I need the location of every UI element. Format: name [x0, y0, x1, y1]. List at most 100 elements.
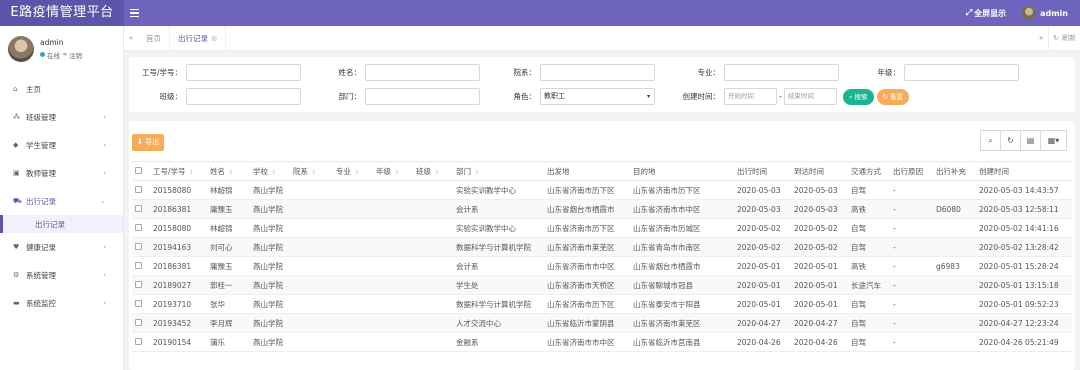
fullscreen-button[interactable]: ⤢ 全屏显示: [966, 8, 1006, 19]
sidebar-item-label: 出行记录: [26, 196, 56, 206]
toggle-view-button[interactable]: ▤: [1020, 130, 1041, 151]
column-header[interactable]: 出行补充: [933, 161, 976, 181]
tab-scroll-left-icon[interactable]: «: [124, 34, 138, 42]
id-input[interactable]: [186, 64, 301, 81]
column-header[interactable]: 到达时间: [791, 161, 848, 181]
logout-icon[interactable]: ➔: [62, 51, 67, 58]
column-header[interactable]: 年级 ⇕: [373, 161, 413, 181]
name-input[interactable]: [365, 64, 480, 81]
table-row[interactable]: 20186381 庸豫玉 燕山学院 会计系 山东省烟台市栖霞市 山东省济南市市中区 2020…: [132, 199, 1072, 219]
online-status-icon: [40, 52, 45, 57]
logout-link[interactable]: 注销: [69, 50, 82, 60]
table-row[interactable]: 20158080 林超锦 燕山学院 实验实训教学中心 山东省济南市历下区 山东省济南市历下…: [132, 180, 1072, 200]
table-row[interactable]: 20190154 蒲乐 燕山学院 金融系 山东省济南市市中区 山东省临沂市莒南县 2020-…: [132, 332, 1072, 352]
row-checkbox[interactable]: [135, 223, 142, 231]
column-header-label: 专业: [336, 166, 351, 176]
row-checkbox[interactable]: [135, 337, 142, 345]
row-checkbox[interactable]: [135, 204, 142, 212]
row-checkbox-cell[interactable]: [132, 237, 150, 257]
column-header[interactable]: 部门 ⇕: [453, 161, 544, 181]
row-checkbox[interactable]: [135, 318, 142, 326]
column-header[interactable]: 交通方式: [848, 161, 890, 181]
toggle-search-button[interactable]: ⌕: [980, 130, 1001, 151]
start-time-input[interactable]: 开始时间: [724, 88, 777, 105]
row-checkbox[interactable]: [135, 299, 142, 307]
column-header[interactable]: 出行时间: [734, 161, 791, 181]
sidebar-item-home[interactable]: ⌂ 主页: [0, 75, 123, 103]
menu-toggle-icon[interactable]: [130, 7, 142, 19]
row-checkbox-cell[interactable]: [132, 256, 150, 276]
column-header[interactable]: 班级 ⇕: [413, 161, 453, 181]
sort-icon[interactable]: ⇕: [394, 169, 399, 176]
tab-home[interactable]: 首页: [138, 25, 170, 51]
table-cell: 山东省青岛市市南区: [630, 237, 734, 257]
table-row[interactable]: 20193452 李月辉 燕山学院 人才交流中心 山东省临沂市蒙阴县 山东省济南市莱芜区 2…: [132, 313, 1072, 333]
tab-travel-record[interactable]: 出行记录 ⊗: [170, 25, 227, 51]
checkbox[interactable]: [135, 166, 142, 174]
major-input[interactable]: [724, 64, 839, 81]
search-button[interactable]: ⌕ 搜索: [842, 88, 874, 105]
row-checkbox-cell[interactable]: [132, 313, 150, 333]
table-row[interactable]: 20158080 林超锦 燕山学院 实验实训教学中心 山东省济南市历下区 山东省济南市历城…: [132, 218, 1072, 238]
row-checkbox-cell[interactable]: [132, 275, 150, 295]
column-header[interactable]: 学校 ⇕: [250, 161, 290, 181]
sort-icon[interactable]: ⇕: [311, 169, 316, 176]
table-row[interactable]: 20194163 刘可心 燕山学院 数据科学与计算机学院 山东省济南市莱芜区 山东省青岛市…: [132, 237, 1072, 257]
row-checkbox-cell[interactable]: [132, 180, 150, 200]
department-input[interactable]: [365, 88, 480, 105]
sidebar-item-teacher[interactable]: ▣ 教师管理 ‹: [0, 159, 123, 187]
column-header[interactable]: 院系 ⇕: [290, 161, 333, 181]
reset-button[interactable]: ↻ 重置: [876, 88, 909, 105]
row-checkbox-cell[interactable]: [132, 294, 150, 314]
sidebar-item-travel[interactable]: ⛟ 出行记录 ⌄: [0, 187, 123, 215]
tab-scroll-right-icon[interactable]: »: [1034, 34, 1048, 42]
row-checkbox[interactable]: [135, 242, 142, 250]
sidebar-item-system[interactable]: ⚙ 系统管理 ‹: [0, 261, 123, 289]
user-menu[interactable]: admin: [1022, 6, 1068, 20]
refresh-table-button[interactable]: ↻: [1000, 130, 1021, 151]
columns-button[interactable]: ▦▾: [1040, 130, 1067, 151]
sort-icon[interactable]: ⇕: [271, 169, 276, 176]
brand-title[interactable]: E路疫情管理平台: [0, 0, 124, 26]
refresh-button[interactable]: ↻ 刷新: [1048, 25, 1080, 51]
row-checkbox[interactable]: [135, 261, 142, 269]
column-header[interactable]: 工号/学号 ⇕: [150, 161, 207, 181]
sidebar-item-monitor[interactable]: ▬ 系统监控 ‹: [0, 289, 123, 317]
table-row[interactable]: 20189027 郭桂一 燕山学院 学生处 山东省济南市天桥区 山东省聊城市冠县 2020-…: [132, 275, 1072, 295]
dept-input[interactable]: [540, 64, 655, 81]
row-checkbox-cell[interactable]: [132, 332, 150, 352]
column-header[interactable]: 专业 ⇕: [333, 161, 373, 181]
close-icon[interactable]: ⊗: [211, 34, 217, 43]
table-cell: [413, 332, 453, 352]
select-all-checkbox[interactable]: [132, 161, 150, 181]
table-cell: 数据科学与计算机学院: [453, 237, 544, 257]
sort-icon[interactable]: ⇕: [434, 169, 439, 176]
end-time-input[interactable]: 结束时间: [783, 88, 837, 105]
submenu-item-travel-record[interactable]: 出行记录: [0, 215, 123, 233]
sidebar-item-class[interactable]: ⁂ 班级管理 ‹: [0, 103, 123, 131]
grade-input[interactable]: [904, 64, 1019, 81]
column-header[interactable]: 创建时间: [976, 161, 1072, 181]
role-select[interactable]: 教职工 ▾: [540, 88, 655, 105]
sort-icon[interactable]: ⇕: [228, 169, 233, 176]
sort-icon[interactable]: ⇕: [474, 169, 479, 176]
column-header[interactable]: 目的地: [630, 161, 734, 181]
export-button[interactable]: ⬇ 导出: [132, 134, 165, 151]
column-header[interactable]: 出发地: [544, 161, 630, 181]
row-checkbox-cell[interactable]: [132, 218, 150, 238]
column-header[interactable]: 姓名 ⇕: [207, 161, 250, 181]
row-checkbox[interactable]: [135, 280, 142, 288]
sort-icon[interactable]: ⇕: [189, 169, 194, 176]
class-input[interactable]: [186, 88, 301, 105]
sidebar-item-label: 学生管理: [26, 140, 56, 150]
sidebar-item-health[interactable]: ♥ 健康记录 ‹: [0, 233, 123, 261]
column-header[interactable]: 出行原因: [890, 161, 933, 181]
table-cell: [413, 199, 453, 219]
table-row[interactable]: 20186381 庸豫玉 燕山学院 会计系 山东省济南市市中区 山东省烟台市栖霞市 2020…: [132, 256, 1072, 276]
table-cell: 长途汽车: [848, 275, 890, 295]
row-checkbox[interactable]: [135, 185, 142, 193]
row-checkbox-cell[interactable]: [132, 199, 150, 219]
table-row[interactable]: 20193710 张华 燕山学院 数据科学与计算机学院 山东省济南市历下区 山东省泰安市宁…: [132, 294, 1072, 314]
sidebar-item-student[interactable]: ◆ 学生管理 ‹: [0, 131, 123, 159]
sort-icon[interactable]: ⇕: [354, 169, 359, 176]
